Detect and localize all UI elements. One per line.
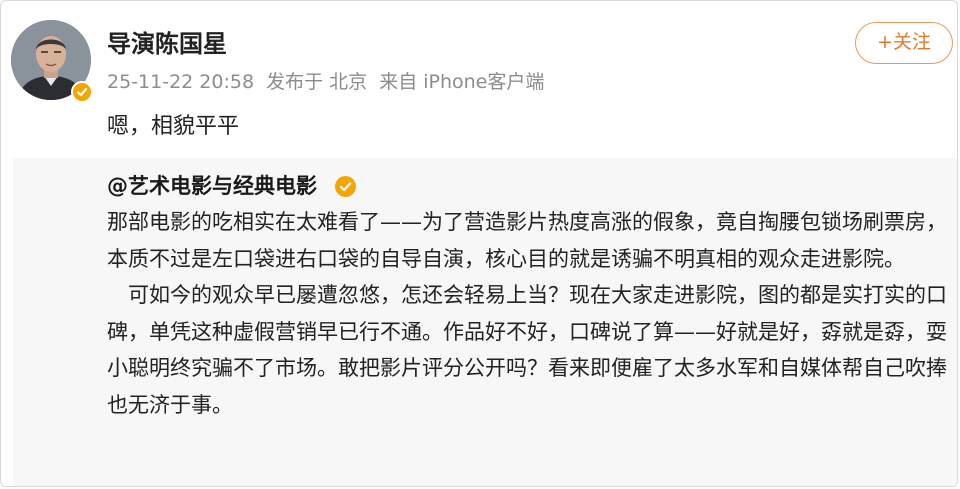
reposted-content[interactable]: @艺术电影与经典电影 那部电影的吃相实在太难看了——为了营造影片热度高涨的假象，… [13, 158, 957, 486]
verified-badge-icon [71, 81, 93, 103]
weibo-post-card: 导演陈国星 25-11-22 20:58 发布于 北京 来自 iPhone客户端… [0, 0, 958, 487]
verified-badge-icon [335, 176, 356, 197]
original-paragraph: 那部电影的吃相实在太难看了——为了营造影片热度高涨的假象，竟自掏腰包锁场刷票房，… [107, 210, 947, 271]
original-post-body: 那部电影的吃相实在太难看了——为了营造影片热度高涨的假象，竟自掏腰包锁场刷票房，… [107, 204, 957, 423]
post-location: 发布于 北京 [266, 71, 368, 93]
original-author-link[interactable]: @艺术电影与经典电影 [107, 171, 317, 201]
original-paragraph: 可如今的观众早已屡遭忽悠，怎还会轻易上当？现在大家走进影院，图的都是实打实的口碑… [107, 283, 947, 417]
follow-button[interactable]: +关注 [855, 22, 953, 64]
author-name[interactable]: 导演陈国星 [107, 28, 227, 60]
post-text: 嗯，相貌平平 [107, 114, 240, 139]
post-datetime[interactable]: 25-11-22 20:58 [107, 71, 254, 93]
post-source: 来自 iPhone客户端 [379, 71, 545, 93]
post-meta: 25-11-22 20:58 发布于 北京 来自 iPhone客户端 [107, 68, 550, 96]
